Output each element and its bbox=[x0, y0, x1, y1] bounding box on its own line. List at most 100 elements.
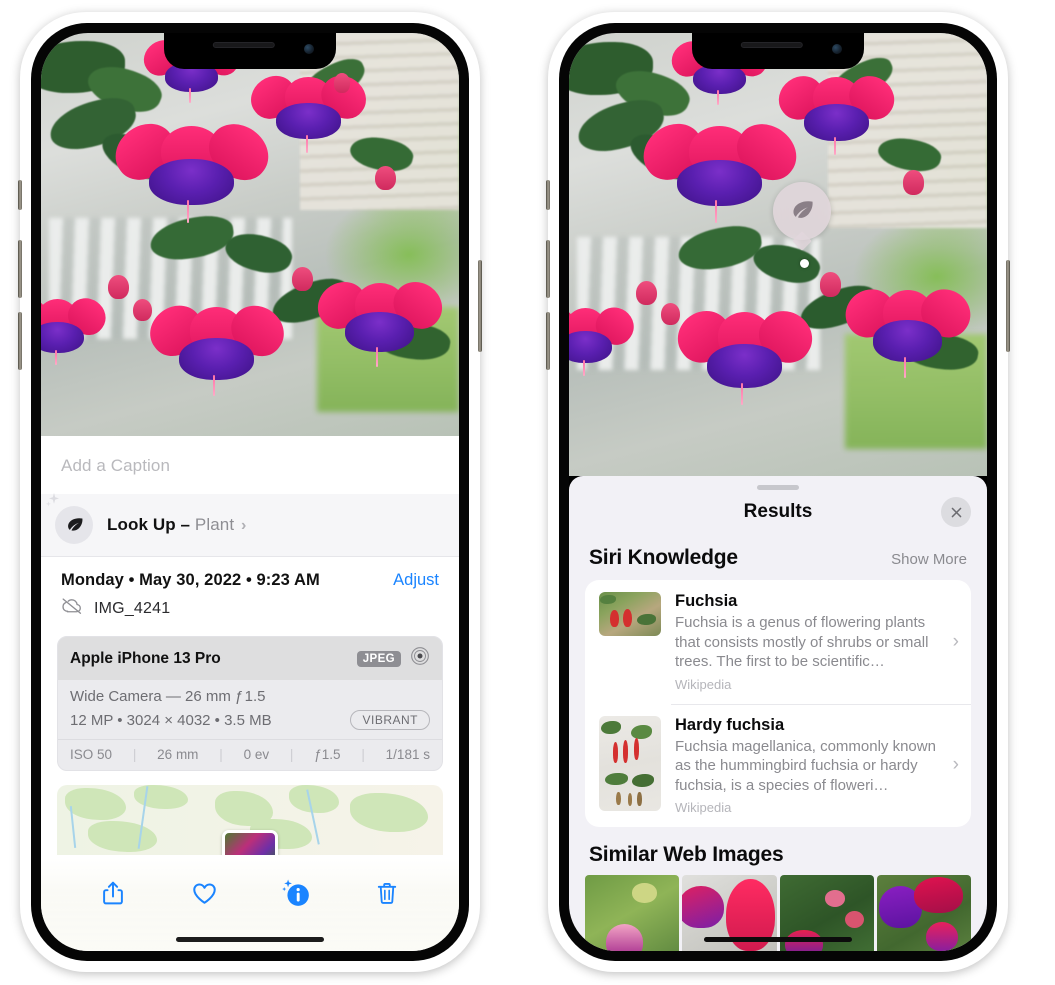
knowledge-row[interactable]: Fuchsia Fuchsia is a genus of flowering … bbox=[585, 580, 971, 704]
mute-switch[interactable] bbox=[18, 180, 22, 210]
map-photo-pin[interactable] bbox=[222, 829, 278, 855]
siri-knowledge-header: Siri Knowledge Show More bbox=[569, 534, 987, 580]
thumb-flower bbox=[622, 740, 629, 763]
iphone-device-right: Results Siri Knowledge Show More Fuchsia… bbox=[546, 12, 1010, 972]
knowledge-title: Hardy fuchsia bbox=[675, 715, 785, 734]
flower-bud bbox=[635, 281, 657, 306]
fuchsia-blossom bbox=[632, 112, 807, 224]
exif-aperture: ƒ1.5 bbox=[314, 747, 341, 762]
fuchsia-blossom bbox=[308, 272, 451, 368]
mute-switch[interactable] bbox=[546, 180, 550, 210]
fuchsia-blossom bbox=[41, 291, 113, 366]
exif-shutter: 1/181 s bbox=[385, 747, 430, 762]
show-more-button[interactable]: Show More bbox=[891, 551, 967, 568]
trash-icon bbox=[378, 882, 397, 904]
close-icon bbox=[951, 507, 961, 517]
siri-knowledge-card-group: Fuchsia Fuchsia is a genus of flowering … bbox=[585, 580, 971, 827]
similar-web-images-header: Similar Web Images bbox=[569, 827, 987, 875]
adjust-button[interactable]: Adjust bbox=[393, 571, 439, 590]
results-title: Results bbox=[743, 501, 813, 522]
map-land-area bbox=[134, 785, 189, 809]
screen-right: Results Siri Knowledge Show More Fuchsia… bbox=[569, 33, 987, 951]
earpiece-speaker bbox=[740, 42, 803, 48]
screen-left: Add a Caption Look Up – Plant › Monday •… bbox=[41, 33, 459, 951]
photo-viewer[interactable] bbox=[41, 33, 459, 436]
look-up-kind: Plant bbox=[194, 515, 235, 534]
thumb-leaf bbox=[632, 774, 654, 787]
camera-info-card[interactable]: Apple iPhone 13 Pro JPEG Wide Camera — 2… bbox=[57, 636, 443, 771]
similar-image-tile[interactable] bbox=[585, 875, 680, 951]
aperture-icon bbox=[410, 646, 430, 671]
photographic-style-badge: VIBRANT bbox=[350, 710, 430, 730]
device-bezel-left: Add a Caption Look Up – Plant › Monday •… bbox=[31, 23, 469, 961]
thumb-leaf bbox=[600, 594, 617, 605]
knowledge-body: Hardy fuchsia Fuchsia magellanica, commo… bbox=[675, 716, 951, 816]
home-indicator[interactable] bbox=[176, 937, 324, 942]
volume-down-button[interactable] bbox=[18, 312, 22, 370]
thumb-leaf bbox=[637, 614, 657, 626]
fuchsia-blossom bbox=[104, 112, 279, 224]
chevron-right-icon: › bbox=[952, 754, 959, 776]
volume-down-button[interactable] bbox=[546, 312, 550, 370]
knowledge-description: Fuchsia magellanica, commonly known as t… bbox=[675, 737, 936, 794]
fuchsia-blossom bbox=[667, 300, 822, 405]
flower-bud bbox=[660, 303, 680, 326]
results-header: Results bbox=[569, 490, 987, 534]
tile-flower bbox=[605, 923, 644, 951]
leaf-icon bbox=[67, 517, 82, 531]
tile-flower bbox=[914, 877, 964, 914]
look-up-dash: – bbox=[175, 515, 195, 534]
visual-lookup-badge[interactable] bbox=[773, 182, 831, 251]
info-sparkle-icon bbox=[281, 879, 309, 906]
share-button[interactable] bbox=[91, 871, 135, 915]
close-button[interactable] bbox=[941, 497, 971, 527]
flower-bud bbox=[819, 272, 841, 297]
notch bbox=[164, 33, 336, 69]
share-icon bbox=[102, 881, 123, 905]
knowledge-description: Fuchsia is a genus of flowering plants t… bbox=[675, 614, 929, 670]
exif-separator: | bbox=[132, 747, 137, 762]
fuchsia-blossom bbox=[835, 279, 980, 378]
volume-up-button[interactable] bbox=[18, 240, 22, 298]
exif-separator: | bbox=[289, 747, 294, 762]
similar-image-tile[interactable] bbox=[876, 875, 971, 951]
flower-bud bbox=[132, 298, 152, 322]
photo-viewer[interactable] bbox=[569, 33, 987, 476]
camera-model: Apple iPhone 13 Pro bbox=[70, 649, 221, 667]
delete-button[interactable] bbox=[365, 871, 409, 915]
thumb-flower bbox=[612, 742, 619, 763]
tile-bud bbox=[824, 889, 846, 907]
tile-flower bbox=[682, 885, 724, 928]
thumb-flower bbox=[633, 738, 640, 761]
knowledge-title: Fuchsia bbox=[675, 592, 738, 610]
iphone-device-left: Add a Caption Look Up – Plant › Monday •… bbox=[18, 12, 482, 972]
power-button[interactable] bbox=[1006, 260, 1010, 352]
info-button[interactable] bbox=[274, 871, 318, 915]
exif-iso: ISO 50 bbox=[70, 747, 113, 762]
map-land-area bbox=[87, 821, 158, 853]
photo-info-sheet: Add a Caption Look Up – Plant › Monday •… bbox=[41, 436, 459, 951]
flower-bud bbox=[375, 165, 397, 191]
exif-separator: | bbox=[361, 747, 365, 762]
power-button[interactable] bbox=[478, 260, 482, 352]
look-up-title: Look Up bbox=[107, 515, 176, 534]
knowledge-row[interactable]: Hardy fuchsia Fuchsia magellanica, commo… bbox=[585, 703, 971, 828]
lens-info: Wide Camera — 26 mm ƒ 1.5 bbox=[70, 688, 266, 705]
camera-card-body: Wide Camera — 26 mm ƒ 1.5 12 MP • 3024 ×… bbox=[58, 680, 442, 739]
fuchsia-blossom bbox=[569, 299, 642, 376]
thumb-flower bbox=[610, 610, 619, 628]
home-indicator[interactable] bbox=[704, 937, 852, 942]
knowledge-source: Wikipedia bbox=[675, 800, 732, 815]
volume-up-button[interactable] bbox=[546, 240, 550, 298]
favorite-button[interactable] bbox=[182, 871, 226, 915]
image-specs: 12 MP • 3024 × 4032 • 3.5 MB bbox=[70, 711, 272, 729]
screenshot-stage: Add a Caption Look Up – Plant › Monday •… bbox=[0, 0, 1055, 985]
map-land-area bbox=[350, 793, 428, 832]
file-format-badge: JPEG bbox=[356, 650, 401, 667]
photo-metadata: Monday • May 30, 2022 • 9:23 AM Adjust I… bbox=[41, 557, 459, 626]
look-up-row[interactable]: Look Up – Plant › bbox=[41, 493, 459, 557]
flower-bud bbox=[107, 274, 129, 299]
tile-bud bbox=[845, 911, 865, 928]
caption-input[interactable]: Add a Caption bbox=[41, 436, 459, 494]
location-map[interactable] bbox=[57, 785, 443, 855]
